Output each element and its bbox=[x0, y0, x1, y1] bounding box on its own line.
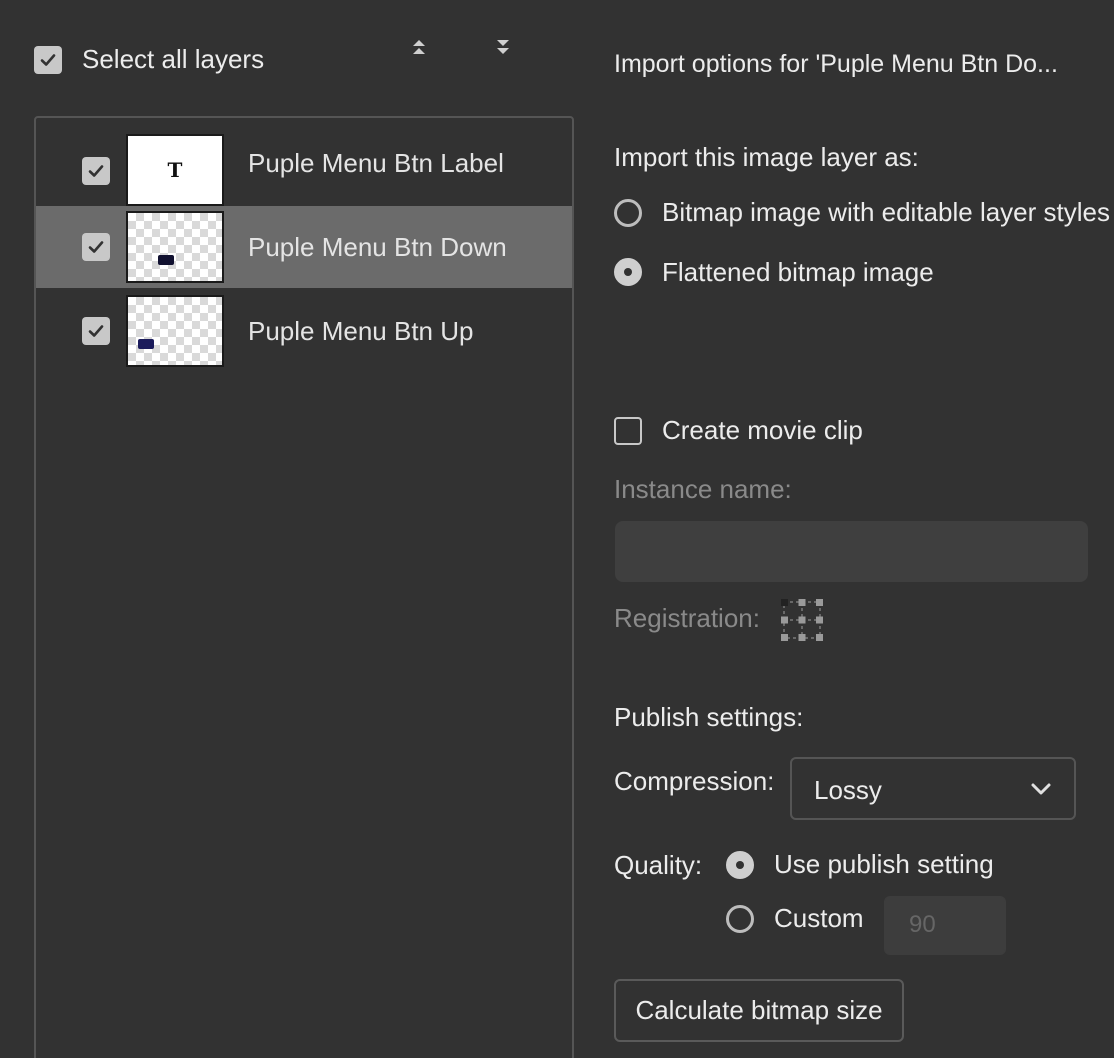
layer-row[interactable]: Puple Menu Btn Up bbox=[36, 290, 572, 372]
layer-name: Puple Menu Btn Up bbox=[248, 316, 474, 346]
button-preview-image bbox=[138, 339, 154, 349]
layer-thumbnail: T bbox=[126, 134, 224, 206]
flattened-bitmap-label: Flattened bitmap image bbox=[662, 257, 934, 287]
layer-checkbox[interactable] bbox=[82, 157, 110, 185]
use-publish-setting-label: Use publish setting bbox=[774, 849, 994, 879]
select-all-label: Select all layers bbox=[82, 44, 265, 74]
compression-value: Lossy bbox=[814, 775, 882, 805]
layer-name: Puple Menu Btn Down bbox=[248, 232, 507, 262]
quality-label: Quality: bbox=[614, 850, 703, 880]
import-options-title: Import options for 'Puple Menu Btn Do... bbox=[614, 50, 1058, 78]
text-layer-icon: T bbox=[167, 158, 183, 182]
instance-name-input[interactable] bbox=[615, 521, 1088, 582]
layer-row[interactable]: Puple Menu Btn Down bbox=[36, 206, 572, 288]
custom-quality-label: Custom bbox=[774, 903, 864, 933]
button-preview-image bbox=[158, 255, 174, 265]
move-to-top-icon[interactable] bbox=[410, 36, 428, 58]
layer-row[interactable]: T Puple Menu Btn Label bbox=[36, 126, 572, 208]
custom-quality-input[interactable]: 90 bbox=[884, 896, 1006, 955]
editable-styles-label: Bitmap image with editable layer styles bbox=[662, 197, 1110, 227]
use-publish-setting-radio[interactable] bbox=[726, 851, 754, 879]
layer-checkbox[interactable] bbox=[82, 317, 110, 345]
create-movie-clip-label: Create movie clip bbox=[662, 415, 863, 445]
move-to-bottom-icon[interactable] bbox=[494, 36, 512, 58]
chevron-down-icon bbox=[1031, 783, 1051, 795]
layer-thumbnail bbox=[126, 211, 224, 283]
checkmark-icon bbox=[88, 165, 104, 177]
registration-grid-icon[interactable] bbox=[781, 599, 823, 641]
layer-checkbox[interactable] bbox=[82, 233, 110, 261]
layer-thumbnail bbox=[126, 295, 224, 367]
select-all-checkbox[interactable] bbox=[34, 46, 62, 74]
calculate-bitmap-size-button[interactable]: Calculate bitmap size bbox=[614, 979, 904, 1042]
instance-name-label: Instance name: bbox=[614, 474, 792, 504]
create-movie-clip-checkbox[interactable] bbox=[614, 417, 642, 445]
publish-settings-heading: Publish settings: bbox=[614, 702, 804, 732]
checkmark-icon bbox=[40, 54, 56, 66]
layer-name: Puple Menu Btn Label bbox=[248, 148, 504, 178]
compression-label: Compression: bbox=[614, 766, 775, 796]
checkmark-icon bbox=[88, 325, 104, 337]
import-as-heading: Import this image layer as: bbox=[614, 142, 919, 172]
custom-quality-radio[interactable] bbox=[726, 905, 754, 933]
editable-styles-radio[interactable] bbox=[614, 199, 642, 227]
custom-quality-value: 90 bbox=[909, 911, 936, 938]
registration-label: Registration: bbox=[614, 603, 760, 633]
layer-list: T Puple Menu Btn Label Puple Menu Btn Do… bbox=[34, 116, 574, 1058]
compression-dropdown[interactable]: Lossy bbox=[790, 757, 1076, 820]
flattened-bitmap-radio[interactable] bbox=[614, 258, 642, 286]
checkmark-icon bbox=[88, 241, 104, 253]
